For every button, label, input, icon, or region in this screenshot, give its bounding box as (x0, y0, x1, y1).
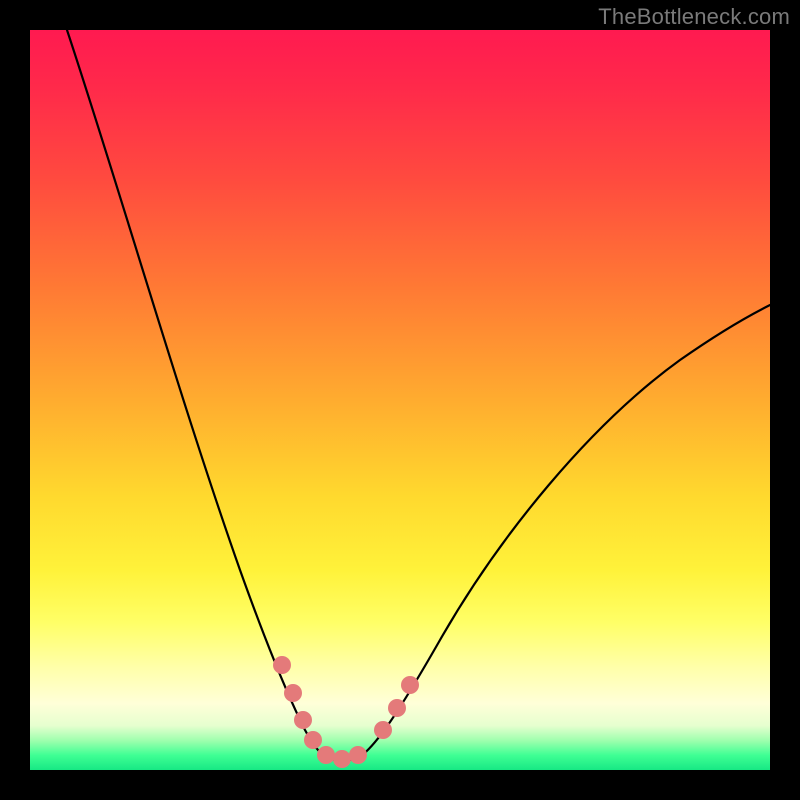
dot (304, 731, 322, 749)
dot (374, 721, 392, 739)
dot (284, 684, 302, 702)
dot (317, 746, 335, 764)
sample-dots (273, 656, 419, 768)
dot (333, 750, 351, 768)
curve-left-branch (67, 30, 327, 758)
outer-frame: TheBottleneck.com (0, 0, 800, 800)
plot-area (30, 30, 770, 770)
dot (401, 676, 419, 694)
curve-layer (30, 30, 770, 770)
dot (388, 699, 406, 717)
watermark-text: TheBottleneck.com (598, 4, 790, 30)
curve-right-branch (358, 305, 770, 758)
dot (273, 656, 291, 674)
dot (349, 746, 367, 764)
dot (294, 711, 312, 729)
